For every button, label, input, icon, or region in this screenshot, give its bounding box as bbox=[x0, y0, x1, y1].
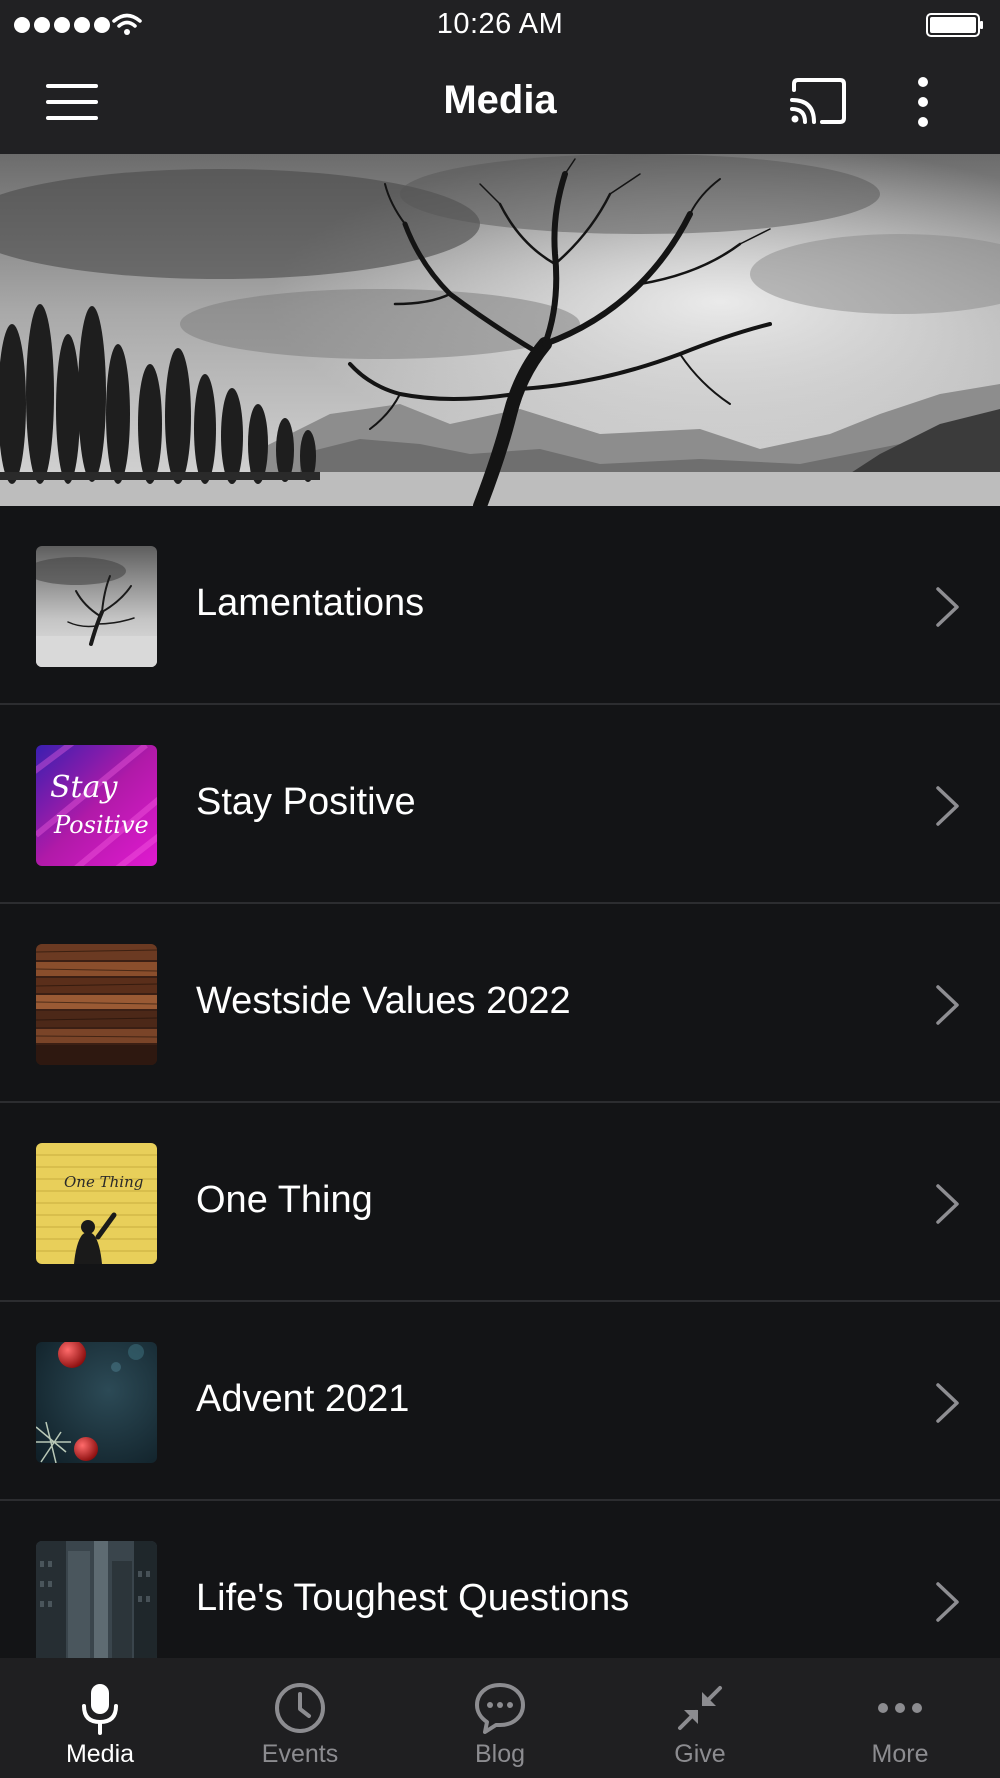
series-title: Lamentations bbox=[196, 582, 425, 624]
chevron-right-icon bbox=[936, 786, 959, 826]
list-item-stay-positive[interactable]: Stay Positive Stay Positive bbox=[0, 705, 1000, 904]
list-item-advent-2021[interactable]: Advent 2021 bbox=[0, 1302, 1000, 1501]
tab-label: Give bbox=[674, 1740, 726, 1768]
tab-label: Events bbox=[261, 1740, 339, 1768]
svg-text:Positive: Positive bbox=[53, 811, 149, 839]
tab-label: Media bbox=[65, 1740, 135, 1768]
vertical-ellipsis-icon[interactable] bbox=[906, 74, 940, 130]
battery-icon bbox=[926, 13, 983, 37]
svg-text:One Thing: One Thing bbox=[64, 1173, 143, 1191]
hamburger-menu-icon[interactable] bbox=[44, 80, 102, 124]
list-item-westside-values-2022[interactable]: Westside Values 2022 bbox=[0, 904, 1000, 1103]
series-thumbnail bbox=[36, 1541, 157, 1658]
horizontal-ellipsis-icon bbox=[878, 1703, 922, 1713]
series-title: One Thing bbox=[196, 1179, 373, 1221]
series-title: Stay Positive bbox=[196, 781, 416, 823]
series-title: Life's Toughest Questions bbox=[196, 1577, 630, 1619]
chevron-right-icon bbox=[936, 587, 959, 627]
bottom-tab-bar: Media Events Blog Give More bbox=[0, 1658, 1000, 1778]
tab-media[interactable]: Media bbox=[0, 1658, 200, 1778]
list-item-lamentations[interactable]: Lamentations bbox=[0, 506, 1000, 705]
compress-arrows-icon bbox=[678, 1686, 722, 1730]
list-item-one-thing[interactable]: One Thing One Thing bbox=[0, 1103, 1000, 1302]
cast-icon[interactable] bbox=[788, 76, 848, 126]
hero-banner bbox=[0, 154, 1000, 506]
tab-events[interactable]: Events bbox=[200, 1658, 400, 1778]
chat-bubble-icon bbox=[475, 1683, 525, 1734]
tab-label: Blog bbox=[474, 1740, 526, 1768]
series-thumbnail: One Thing bbox=[36, 1143, 157, 1264]
page-title: Media bbox=[443, 78, 557, 122]
hero-landscape-image bbox=[0, 154, 1000, 506]
series-thumbnail: Stay Positive bbox=[36, 745, 157, 866]
series-list: Lamentations Stay Positive Stay Positive… bbox=[0, 506, 1000, 1658]
chevron-right-icon bbox=[936, 985, 959, 1025]
app-bar: Media bbox=[0, 50, 1000, 154]
svg-text:Stay: Stay bbox=[50, 770, 118, 805]
tab-label: More bbox=[871, 1740, 929, 1768]
list-item-lifes-toughest-questions[interactable]: Life's Toughest Questions bbox=[0, 1501, 1000, 1658]
chevron-right-icon bbox=[936, 1582, 959, 1622]
series-thumbnail bbox=[36, 1342, 157, 1463]
status-time: 10:26 AM bbox=[436, 8, 564, 40]
series-thumbnail bbox=[36, 546, 157, 667]
tab-more[interactable]: More bbox=[800, 1658, 1000, 1778]
tab-give[interactable]: Give bbox=[600, 1658, 800, 1778]
clock-icon bbox=[275, 1683, 325, 1733]
microphone-icon bbox=[82, 1684, 118, 1735]
chevron-right-icon bbox=[936, 1184, 959, 1224]
series-thumbnail bbox=[36, 944, 157, 1065]
tab-blog[interactable]: Blog bbox=[400, 1658, 600, 1778]
chevron-right-icon bbox=[936, 1383, 959, 1423]
series-title: Advent 2021 bbox=[196, 1378, 410, 1420]
status-bar: 10:26 AM bbox=[0, 0, 1000, 50]
series-title: Westside Values 2022 bbox=[196, 980, 571, 1022]
